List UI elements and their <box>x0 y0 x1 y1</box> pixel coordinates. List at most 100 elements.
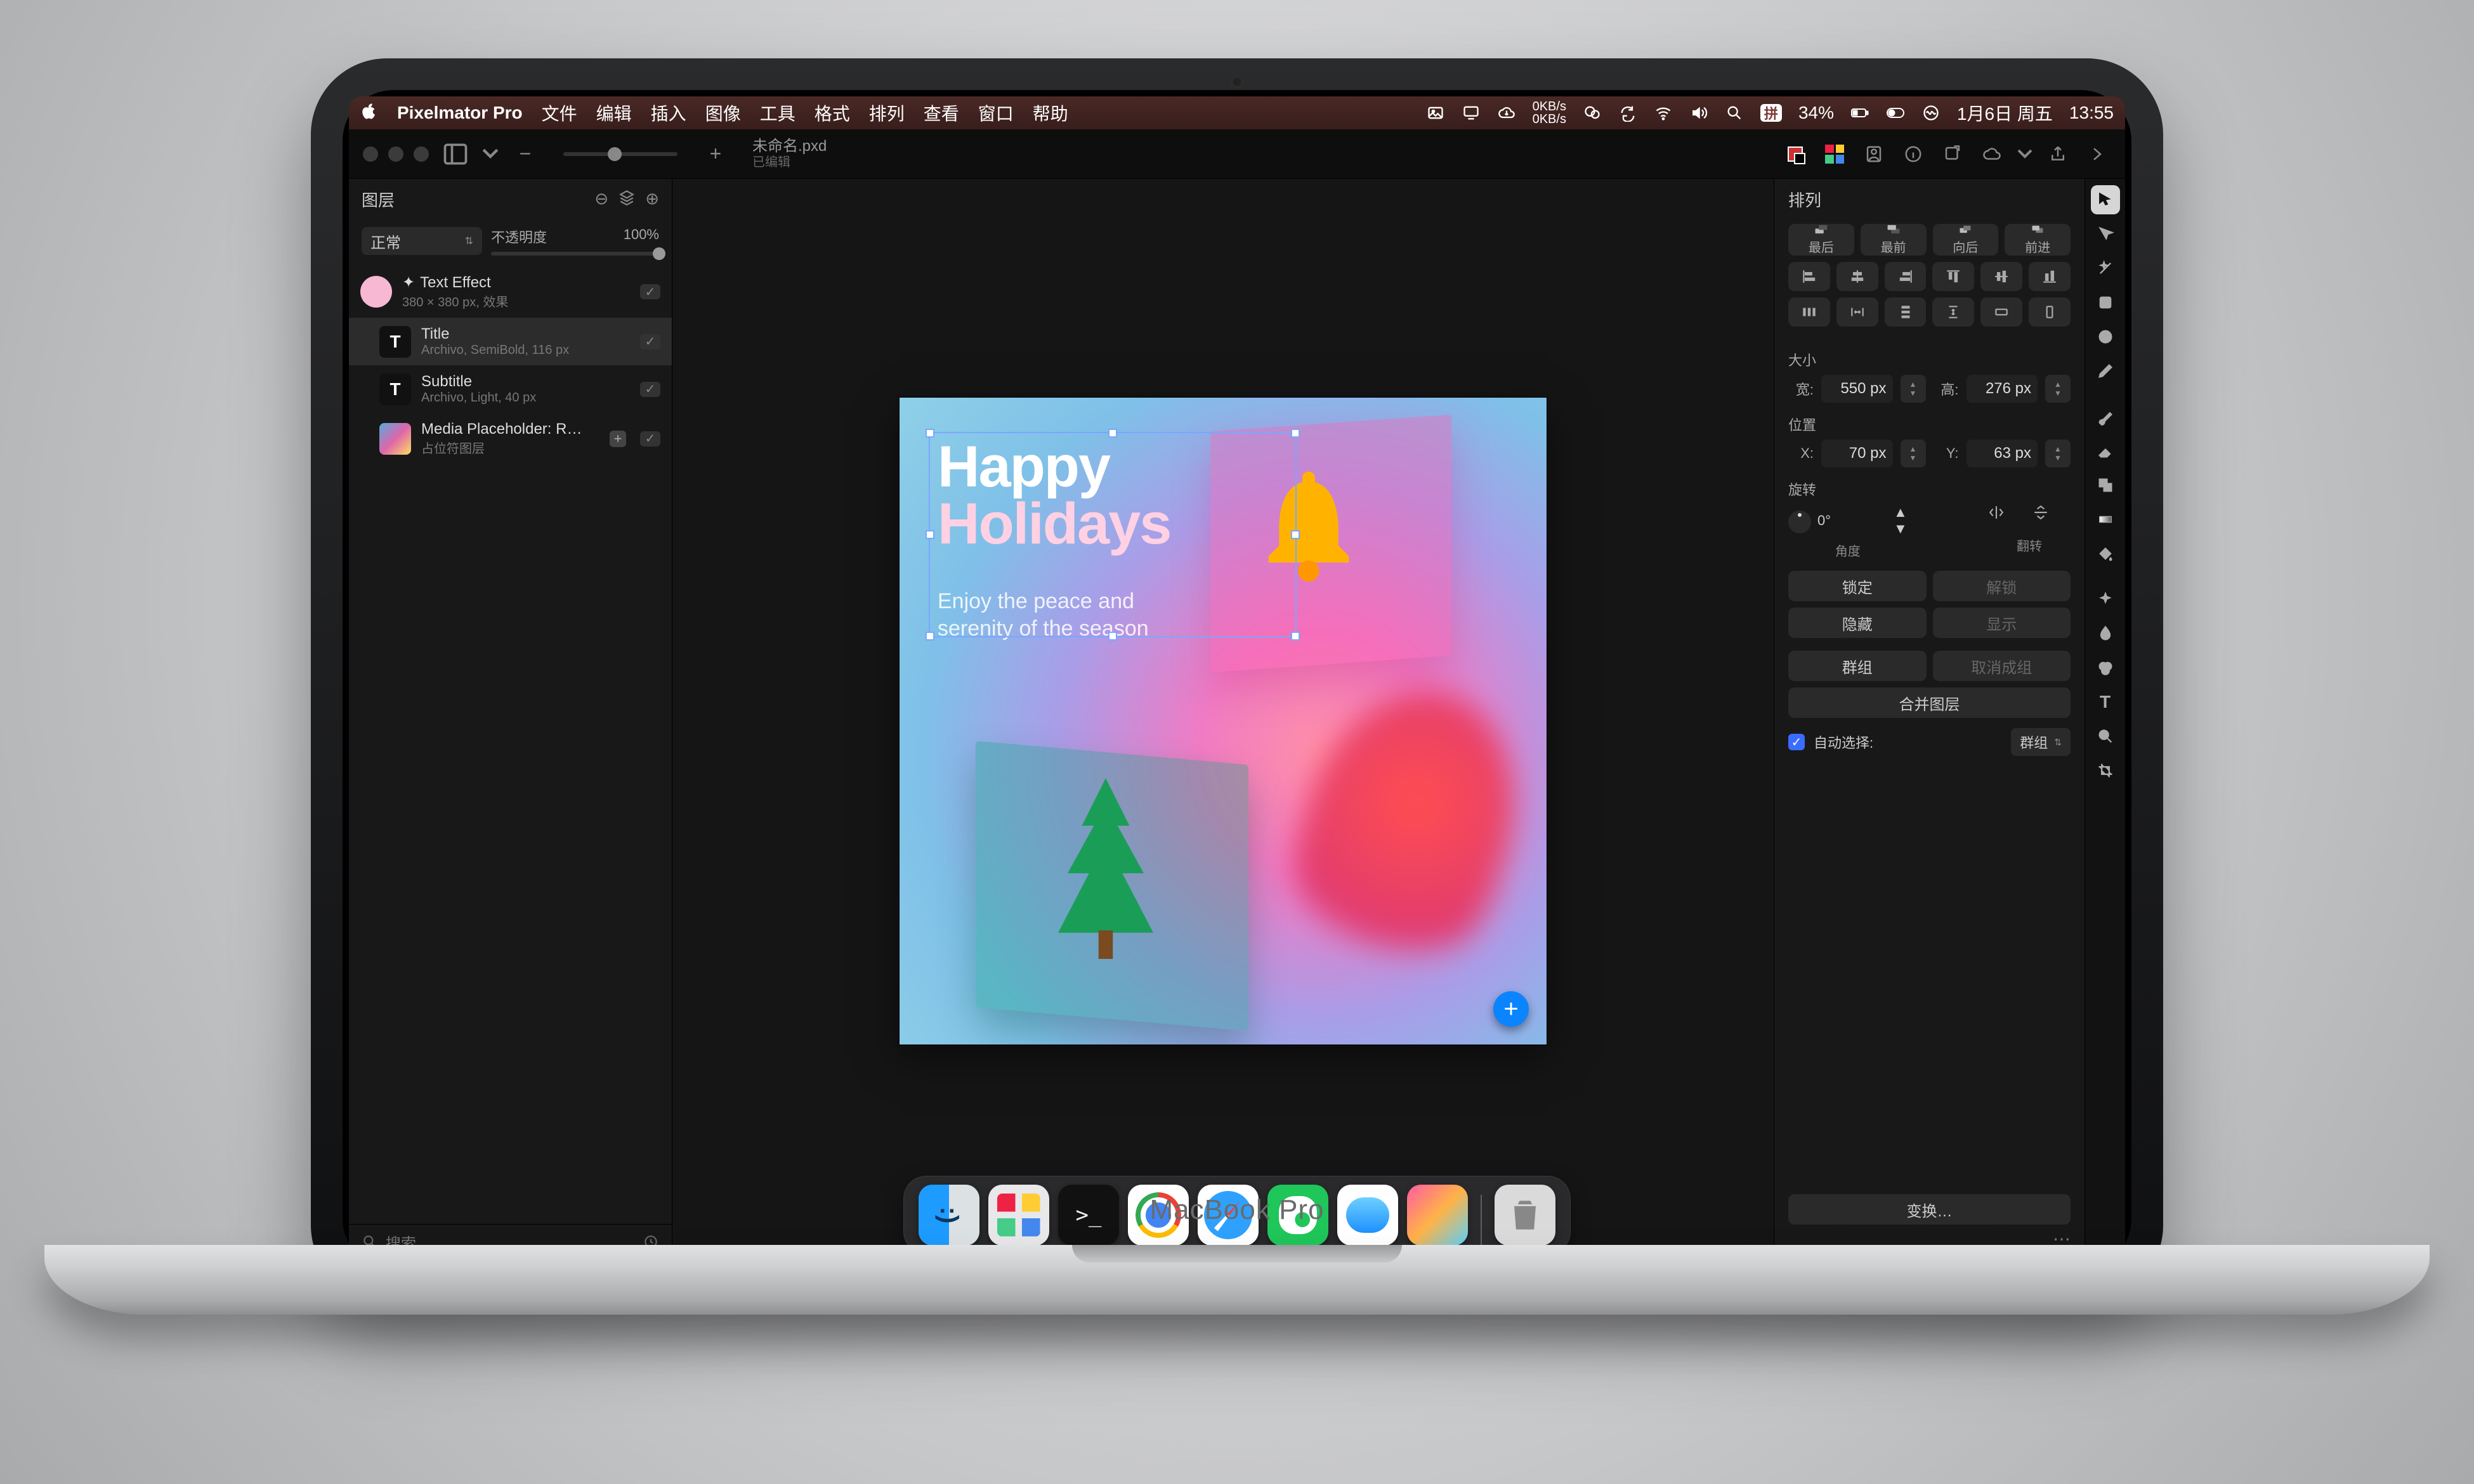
menubar-spotlight-icon[interactable] <box>1725 103 1744 122</box>
tool-clone[interactable] <box>2091 471 2120 500</box>
info-icon[interactable] <box>1899 140 1927 168</box>
tool-pen[interactable] <box>2091 356 2120 386</box>
menubar-wifi-icon[interactable] <box>1654 103 1673 122</box>
resize-handle[interactable] <box>926 429 934 438</box>
resize-handle[interactable] <box>1291 530 1300 539</box>
placeholder-badge-icon[interactable]: + <box>610 431 626 447</box>
height-value[interactable]: 276 px <box>1967 375 2038 403</box>
tool-color-adjust[interactable] <box>2091 653 2120 682</box>
menubar-date[interactable]: 1月6日 周五 <box>1957 100 2053 126</box>
flip-vertical-button[interactable] <box>2032 504 2071 532</box>
layers-collapse-icon[interactable]: ⊖ <box>594 189 608 210</box>
sidebar-toggle-button[interactable] <box>442 140 469 168</box>
window-fullscreen-button[interactable] <box>414 146 429 162</box>
menubar-siri-icon[interactable] <box>1921 103 1941 122</box>
tool-gradient[interactable] <box>2091 505 2120 534</box>
y-value[interactable]: 63 px <box>1967 439 2038 467</box>
resize-handle[interactable] <box>926 530 934 539</box>
new-window-icon[interactable] <box>1939 140 1967 168</box>
align-right-button[interactable] <box>1885 262 1927 291</box>
tool-zoom[interactable] <box>2091 722 2120 751</box>
dropdown-caret-icon[interactable] <box>2017 140 2032 168</box>
tool-bucket[interactable] <box>2091 539 2120 568</box>
layer-visibility-toggle[interactable]: ✓ <box>640 382 660 397</box>
cloud-sync-icon[interactable] <box>1978 140 2006 168</box>
lock-button[interactable]: 锁定 <box>1788 571 1927 601</box>
zoom-slider[interactable] <box>563 152 677 156</box>
tool-text[interactable]: T <box>2091 687 2120 717</box>
resize-handle[interactable] <box>1108 632 1117 641</box>
tool-crop2[interactable] <box>2091 756 2120 785</box>
menubar-display-icon[interactable] <box>1462 103 1481 122</box>
dock-app-finder[interactable] <box>919 1185 979 1246</box>
rotation-dial[interactable] <box>1788 511 1811 533</box>
ungroup-button[interactable]: 取消成组 <box>1933 651 2071 681</box>
tool-blur[interactable] <box>2091 619 2120 648</box>
menu-help[interactable]: 帮助 <box>1033 100 1068 126</box>
menubar-time[interactable]: 13:55 <box>2069 103 2114 123</box>
group-button[interactable]: 群组 <box>1788 651 1927 681</box>
width-stepper[interactable]: ▲▼ <box>1901 375 1926 403</box>
blend-mode-select[interactable]: 正常 ⇅ <box>362 227 482 255</box>
autoselect-checkbox[interactable]: ✓ <box>1788 734 1805 750</box>
menubar-battery-pct[interactable]: 34% <box>1798 103 1834 123</box>
menu-file[interactable]: 文件 <box>542 100 577 126</box>
layer-row[interactable]: T Subtitle Archivo, Light, 40 px ✓ <box>349 365 672 413</box>
tool-arrow-select[interactable] <box>2091 185 2120 214</box>
layer-visibility-toggle[interactable]: ✓ <box>640 334 660 349</box>
layer-visibility-toggle[interactable]: ✓ <box>640 431 660 446</box>
merge-layers-button[interactable]: 合并图层 <box>1788 687 2071 718</box>
align-hcenter-button[interactable] <box>1836 262 1878 291</box>
menu-format[interactable]: 格式 <box>815 100 850 126</box>
menu-tools[interactable]: 工具 <box>760 100 795 126</box>
canvas-area[interactable]: Happy Holidays Enjoy the peace and seren… <box>672 179 1774 1263</box>
transform-button[interactable]: 变换… <box>1788 1194 2071 1225</box>
unlock-button[interactable]: 解锁 <box>1933 571 2071 601</box>
align-vcenter-button[interactable] <box>1980 262 2022 291</box>
send-backward-button[interactable]: 向后 <box>1933 224 1999 256</box>
autoselect-select[interactable]: 群组 ⇅ <box>2011 728 2071 756</box>
dock-trash[interactable] <box>1495 1185 1555 1246</box>
distribute-v-button[interactable] <box>1885 297 1927 327</box>
match-height-button[interactable] <box>2029 297 2071 327</box>
color-grid-button[interactable] <box>1821 140 1849 168</box>
align-left-button[interactable] <box>1788 262 1830 291</box>
send-to-back-button[interactable]: 最后 <box>1788 224 1854 256</box>
color-swatch-button[interactable] <box>1781 140 1809 168</box>
layers-add-icon[interactable]: ⊕ <box>645 189 659 210</box>
dock-app-launchpad[interactable] <box>988 1185 1049 1246</box>
layer-row[interactable]: Media Placeholder: R… 占位符图层 + ✓ <box>349 413 672 464</box>
hide-button[interactable]: 隐藏 <box>1788 608 1927 638</box>
menu-edit[interactable]: 编辑 <box>596 100 632 126</box>
flip-horizontal-button[interactable] <box>1988 504 2026 532</box>
zoom-in-button[interactable]: + <box>702 140 730 168</box>
resize-handle[interactable] <box>1291 632 1300 641</box>
apple-logo-icon[interactable] <box>360 102 378 124</box>
menubar-battery-icon[interactable] <box>1850 103 1869 122</box>
share-icon[interactable] <box>2044 140 2072 168</box>
menu-window[interactable]: 窗口 <box>978 100 1014 126</box>
bring-to-front-button[interactable]: 最前 <box>1861 224 1927 256</box>
menu-arrange[interactable]: 排列 <box>869 100 905 126</box>
width-value[interactable]: 550 px <box>1821 375 1893 403</box>
x-value[interactable]: 70 px <box>1821 439 1893 467</box>
window-minimize-button[interactable] <box>388 146 403 162</box>
opacity-slider[interactable] <box>491 252 659 256</box>
layers-stack-icon[interactable] <box>618 189 635 210</box>
person-icon[interactable] <box>1860 140 1888 168</box>
tool-sparkle[interactable] <box>2091 585 2120 614</box>
y-stepper[interactable]: ▲▼ <box>2045 439 2071 467</box>
tool-free-select[interactable] <box>2091 219 2120 249</box>
show-button[interactable]: 显示 <box>1933 608 2071 638</box>
zoom-out-button[interactable]: − <box>511 140 539 168</box>
window-close-button[interactable] <box>363 146 378 162</box>
menubar-netstat[interactable]: 0KB/s 0KB/s <box>1533 100 1566 126</box>
menu-view[interactable]: 查看 <box>924 100 959 126</box>
layer-row[interactable]: T Title Archivo, SemiBold, 116 px ✓ <box>349 318 672 365</box>
menubar-input-method[interactable]: 拼 <box>1760 104 1782 122</box>
resize-handle[interactable] <box>1108 429 1117 438</box>
menu-insert[interactable]: 插入 <box>651 100 686 126</box>
artboard[interactable]: Happy Holidays Enjoy the peace and seren… <box>900 398 1547 1045</box>
canvas-add-button[interactable]: + <box>1493 991 1529 1027</box>
tool-magic-wand[interactable] <box>2091 254 2120 283</box>
